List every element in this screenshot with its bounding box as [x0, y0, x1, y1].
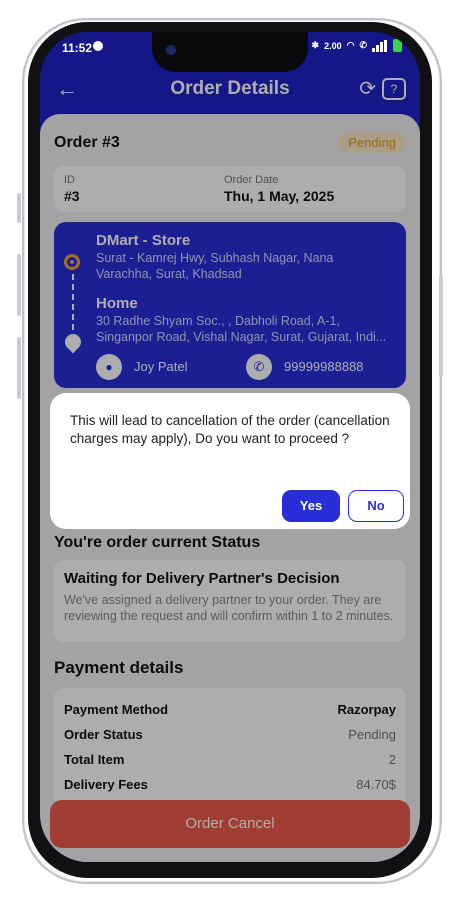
- dialog-message: This will lead to cancellation of the or…: [70, 413, 390, 446]
- call-icon: ✆: [359, 40, 367, 50]
- status-icons: ✱ 2.00 ◠ ✆: [312, 39, 402, 52]
- status-time: 11:52: [62, 41, 93, 55]
- no-button[interactable]: No: [348, 490, 404, 522]
- camera-notch: [152, 32, 308, 72]
- cancel-confirm-dialog: This will lead to cancellation of the or…: [50, 393, 410, 529]
- screen: 11:52 ✱ 2.00 ◠ ✆ ← Order Details ⟳ ? Ord…: [40, 32, 420, 862]
- yes-button[interactable]: Yes: [282, 490, 340, 522]
- phone-side-button: [17, 193, 21, 223]
- network-speed: 2.00: [324, 40, 342, 51]
- phone-volume-down: [17, 337, 21, 399]
- whatsapp-notification-icon: [93, 41, 103, 51]
- phone-volume-up: [17, 254, 21, 316]
- signal-icon: [372, 39, 388, 52]
- bluetooth-icon: ✱: [311, 40, 320, 50]
- phone-power-button: [439, 276, 443, 376]
- battery-icon: [393, 39, 402, 52]
- wifi-icon: ◠: [346, 40, 355, 50]
- camera-icon: [166, 45, 176, 55]
